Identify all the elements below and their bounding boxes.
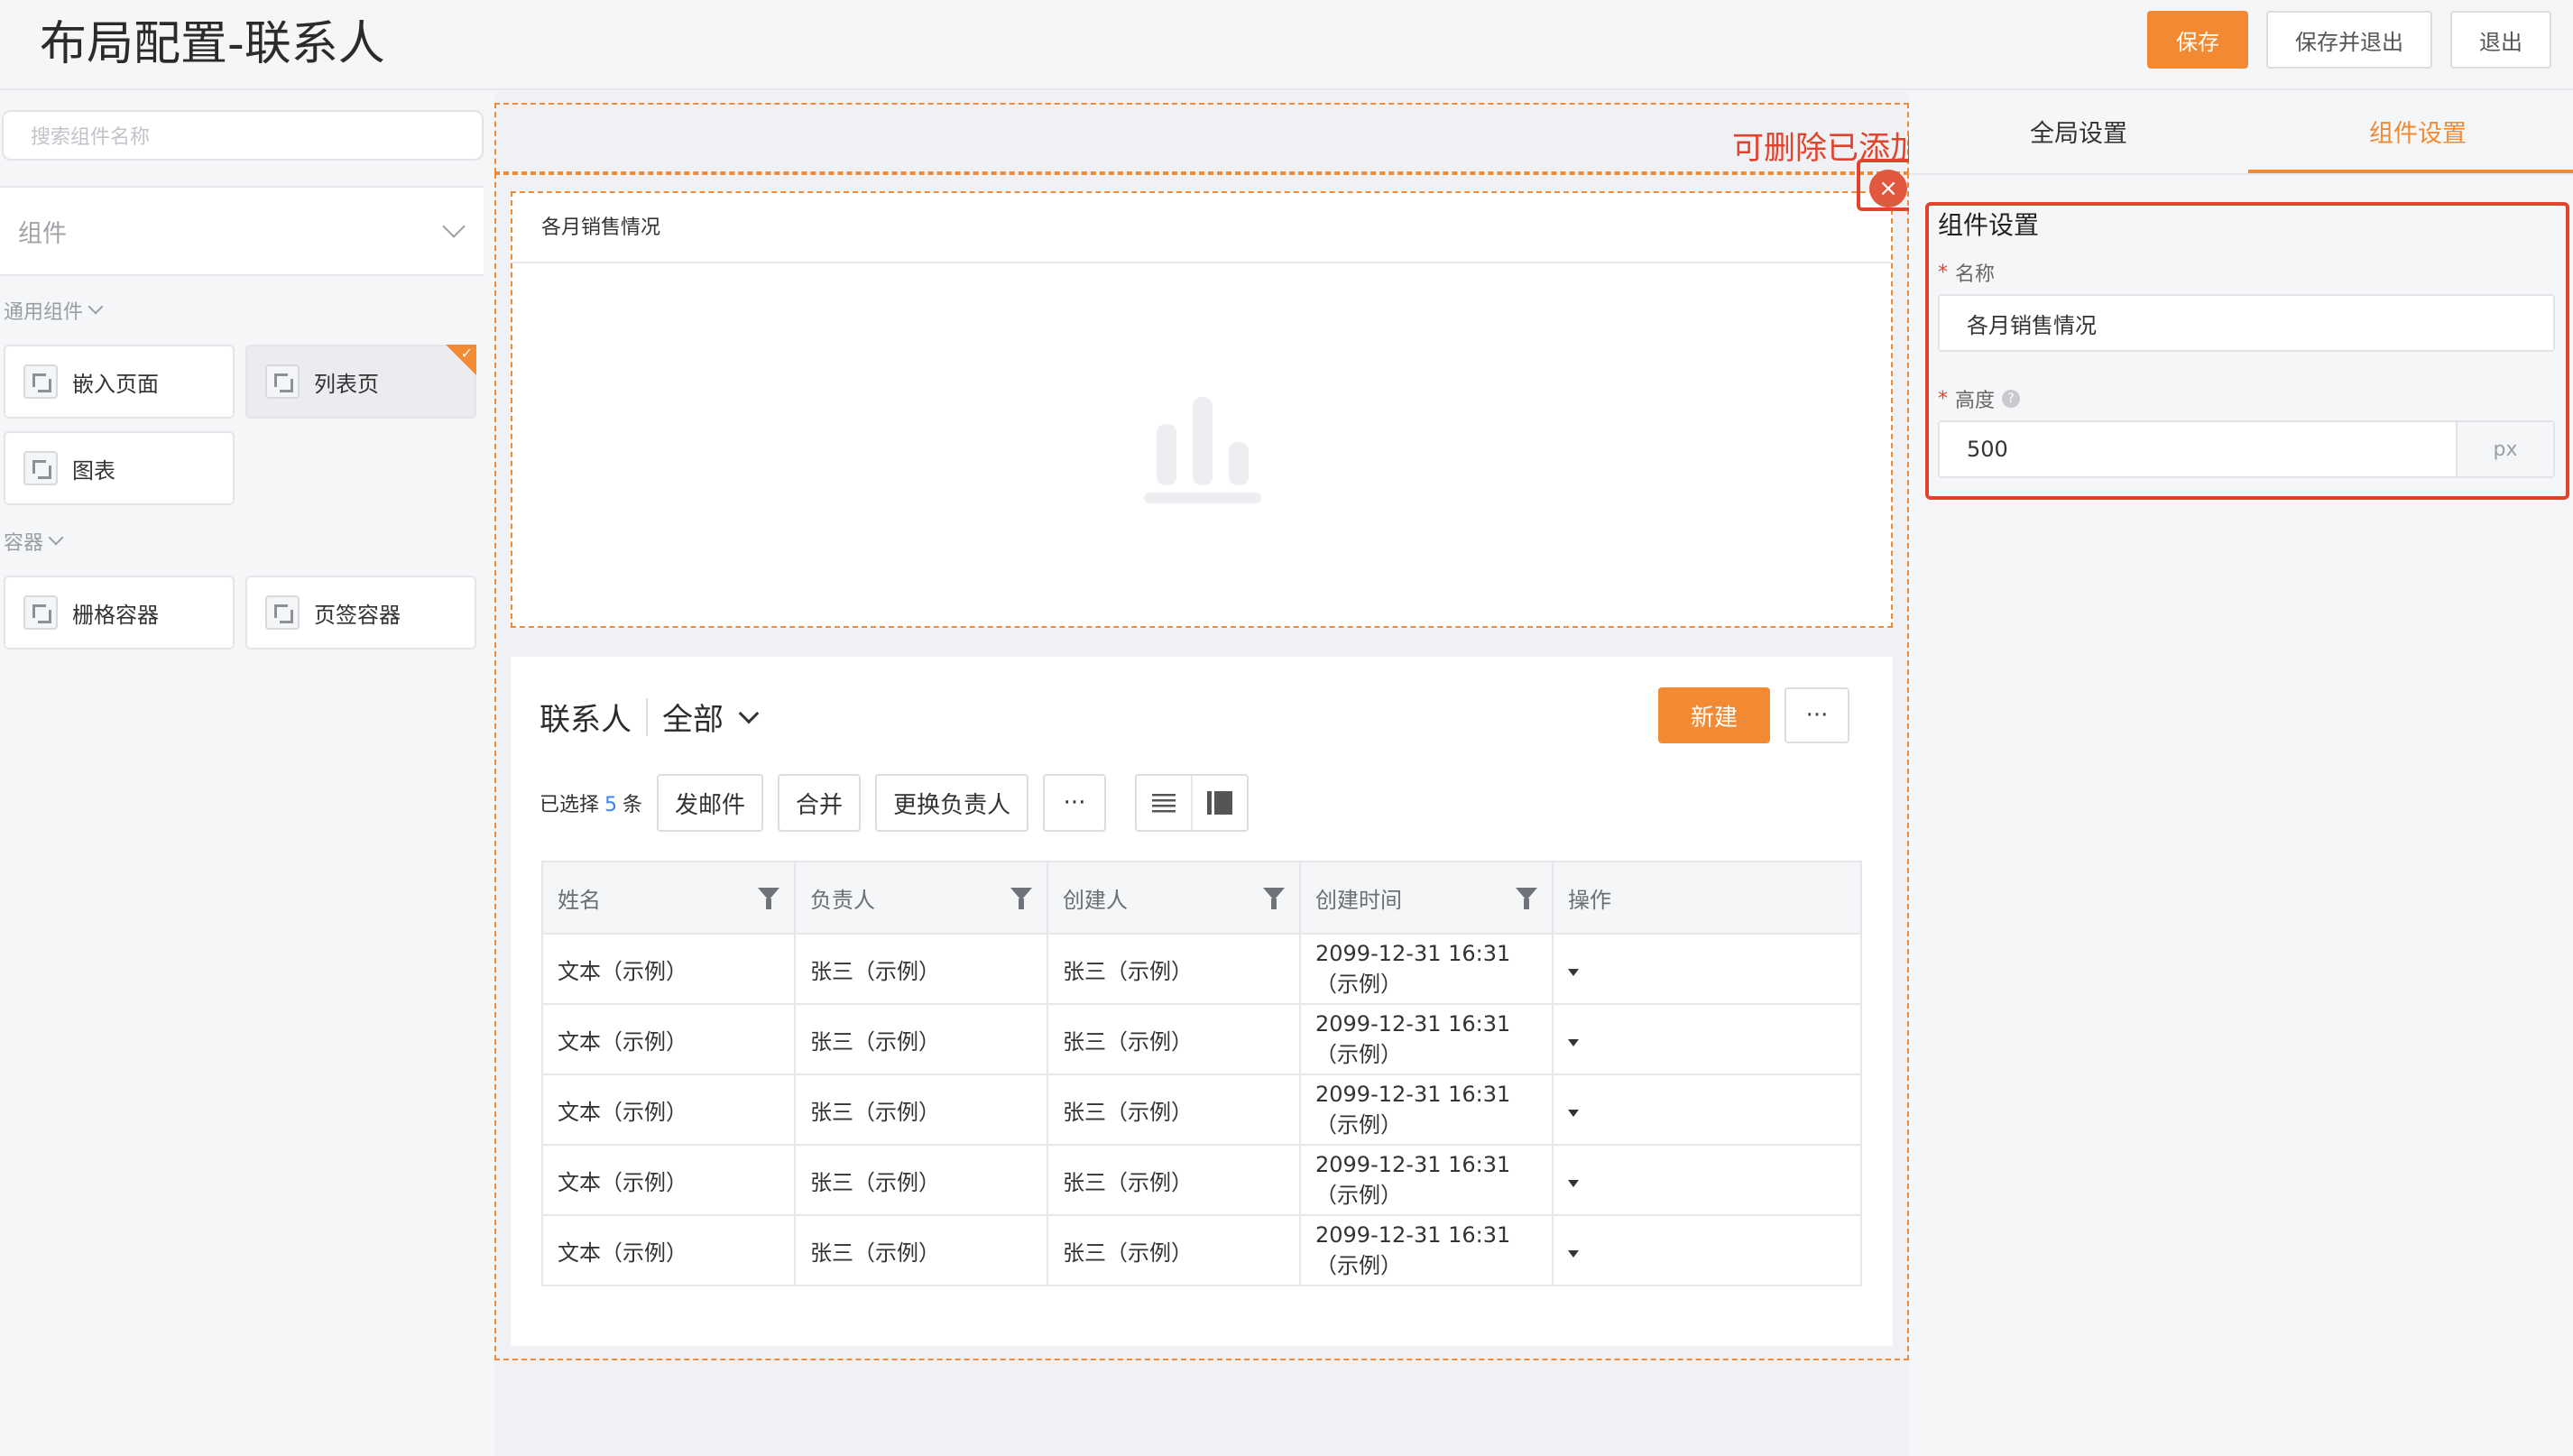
component-icon: [23, 451, 58, 485]
component-category-label: 组件: [18, 219, 67, 248]
name-field-label: * 名称: [1938, 261, 1996, 287]
component-card-list-page[interactable]: 列表页 ✓: [245, 345, 476, 419]
view-selector[interactable]: 全部: [662, 695, 724, 739]
layout-canvas: 各月销售情况 × 联系人 全部 新建 ··· 已选择 5 条 发邮件 合并 更换负责…: [494, 92, 1923, 1456]
filter-icon[interactable]: [1010, 888, 1032, 909]
height-value: 500: [1967, 437, 2008, 462]
height-field-label: * 高度 ?: [1938, 384, 2021, 413]
help-icon[interactable]: ?: [2002, 390, 2021, 408]
row-action-menu[interactable]: [1553, 1074, 1861, 1145]
component-icon: [23, 364, 58, 399]
bulk-toolbar: 已选择 5 条 发邮件 合并 更换负责人 ···: [540, 774, 1250, 832]
table-row[interactable]: 文本（示例） 张三（示例） 张三（示例） 2099-12-31 16:31（示例…: [542, 1144, 1861, 1215]
name-input[interactable]: 各月销售情况: [1938, 294, 2555, 352]
divider: [512, 262, 1891, 263]
row-action-menu[interactable]: [1553, 1214, 1861, 1286]
bar-chart-icon: [1144, 397, 1261, 503]
group-title-common[interactable]: 通用组件: [4, 296, 104, 325]
list-view-icon[interactable]: [1137, 776, 1194, 830]
new-button[interactable]: 新建: [1658, 687, 1770, 743]
chevron-down-icon: [48, 530, 64, 546]
list-header: 联系人 全部: [540, 695, 760, 739]
more-actions-button[interactable]: ···: [1043, 774, 1107, 832]
table-row[interactable]: 文本（示例） 张三（示例） 张三（示例） 2099-12-31 16:31（示例…: [542, 1003, 1861, 1074]
caret-down-icon[interactable]: [1568, 1250, 1579, 1258]
save-and-exit-button[interactable]: 保存并退出: [2266, 11, 2432, 69]
page-title: 布局配置-联系人: [40, 17, 385, 71]
chart-component-card[interactable]: 各月销售情况: [511, 191, 1893, 628]
section-title: 组件设置: [1938, 210, 2040, 240]
component-icon: [265, 364, 300, 399]
column-header-creator[interactable]: 创建人: [1047, 862, 1301, 934]
header: 布局配置-联系人 保存 保存并退出 退出: [0, 0, 2573, 90]
row-action-menu[interactable]: [1553, 933, 1861, 1004]
tab-component-settings[interactable]: 组件设置: [2369, 114, 2467, 149]
component-card-grid-container[interactable]: 栅格容器: [4, 576, 235, 650]
check-icon: ✓: [460, 345, 473, 362]
table-row[interactable]: 文本（示例） 张三（示例） 张三（示例） 2099-12-31 16:31（示例…: [542, 1074, 1861, 1145]
chevron-down-icon: [88, 299, 104, 315]
selection-info: 已选择 5 条: [540, 794, 643, 816]
list-title: 联系人: [540, 702, 632, 738]
settings-panel: 全局设置 组件设置 组件设置 * 名称 各月销售情况 * 高度 ? 500 px: [1909, 92, 2573, 1456]
more-button[interactable]: ···: [1784, 687, 1849, 743]
table-header-row: 姓名 负责人 创建人 创建时间 操作: [542, 862, 1861, 934]
caret-down-icon[interactable]: [1568, 1180, 1579, 1187]
list-component-card[interactable]: 联系人 全部 新建 ··· 已选择 5 条 发邮件 合并 更换负责人 ··· 姓…: [511, 657, 1893, 1346]
settings-tabs: 全局设置 组件设置: [1909, 92, 2573, 175]
height-input[interactable]: 500 px: [1938, 420, 2555, 478]
chevron-down-icon: [442, 215, 466, 238]
unit-addon: px: [2456, 422, 2553, 476]
column-header-actions: 操作: [1553, 862, 1861, 934]
group-title-container[interactable]: 容器: [4, 527, 64, 556]
change-owner-button[interactable]: 更换负责人: [875, 774, 1029, 832]
caret-down-icon[interactable]: [1568, 969, 1579, 976]
send-email-button[interactable]: 发邮件: [657, 774, 764, 832]
chevron-down-icon[interactable]: [738, 703, 760, 723]
component-library-panel: 搜索组件名称 组件 通用组件 嵌入页面 列表页 ✓ 图表 容器 栅格容器 页签容…: [0, 92, 494, 1456]
merge-button[interactable]: 合并: [778, 774, 862, 832]
drop-zone[interactable]: [494, 103, 1909, 173]
divider: [646, 697, 648, 736]
component-icon: [23, 595, 58, 630]
filter-icon[interactable]: [1263, 888, 1285, 909]
column-header-created-time[interactable]: 创建时间: [1300, 862, 1554, 934]
component-card-chart[interactable]: 图表: [4, 431, 235, 505]
column-header-owner[interactable]: 负责人: [795, 862, 1048, 934]
active-tab-indicator: [2248, 170, 2573, 173]
required-mark: *: [1938, 261, 1948, 284]
row-action-menu[interactable]: [1553, 1003, 1861, 1074]
table-row[interactable]: 文本（示例） 张三（示例） 张三（示例） 2099-12-31 16:31（示例…: [542, 1214, 1861, 1286]
component-card-embed-page[interactable]: 嵌入页面: [4, 345, 235, 419]
tab-global-settings[interactable]: 全局设置: [2030, 114, 2127, 149]
card-view-icon[interactable]: [1193, 776, 1247, 830]
save-button[interactable]: 保存: [2147, 11, 2248, 69]
table-row[interactable]: 文本（示例） 张三（示例） 张三（示例） 2099-12-31 16:31（示例…: [542, 933, 1861, 1004]
column-header-name[interactable]: 姓名: [542, 862, 796, 934]
component-icon: [265, 595, 300, 630]
close-icon[interactable]: ×: [1869, 170, 1907, 207]
data-table: 姓名 负责人 创建人 创建时间 操作 文本（示例） 张三（示例） 张三（示例） …: [541, 861, 1862, 1286]
component-search-input[interactable]: 搜索组件名称: [2, 110, 484, 161]
caret-down-icon[interactable]: [1568, 1110, 1579, 1117]
chart-card-title: 各月销售情况: [541, 217, 661, 239]
required-mark: *: [1938, 387, 1948, 410]
view-toggle: [1135, 774, 1250, 832]
exit-button[interactable]: 退出: [2450, 11, 2551, 69]
component-card-tab-container[interactable]: 页签容器: [245, 576, 476, 650]
selected-count: 5: [604, 794, 618, 816]
filter-icon[interactable]: [1516, 888, 1537, 909]
component-category-select[interactable]: 组件: [0, 186, 484, 276]
filter-icon[interactable]: [758, 888, 779, 909]
row-action-menu[interactable]: [1553, 1144, 1861, 1215]
caret-down-icon[interactable]: [1568, 1039, 1579, 1046]
